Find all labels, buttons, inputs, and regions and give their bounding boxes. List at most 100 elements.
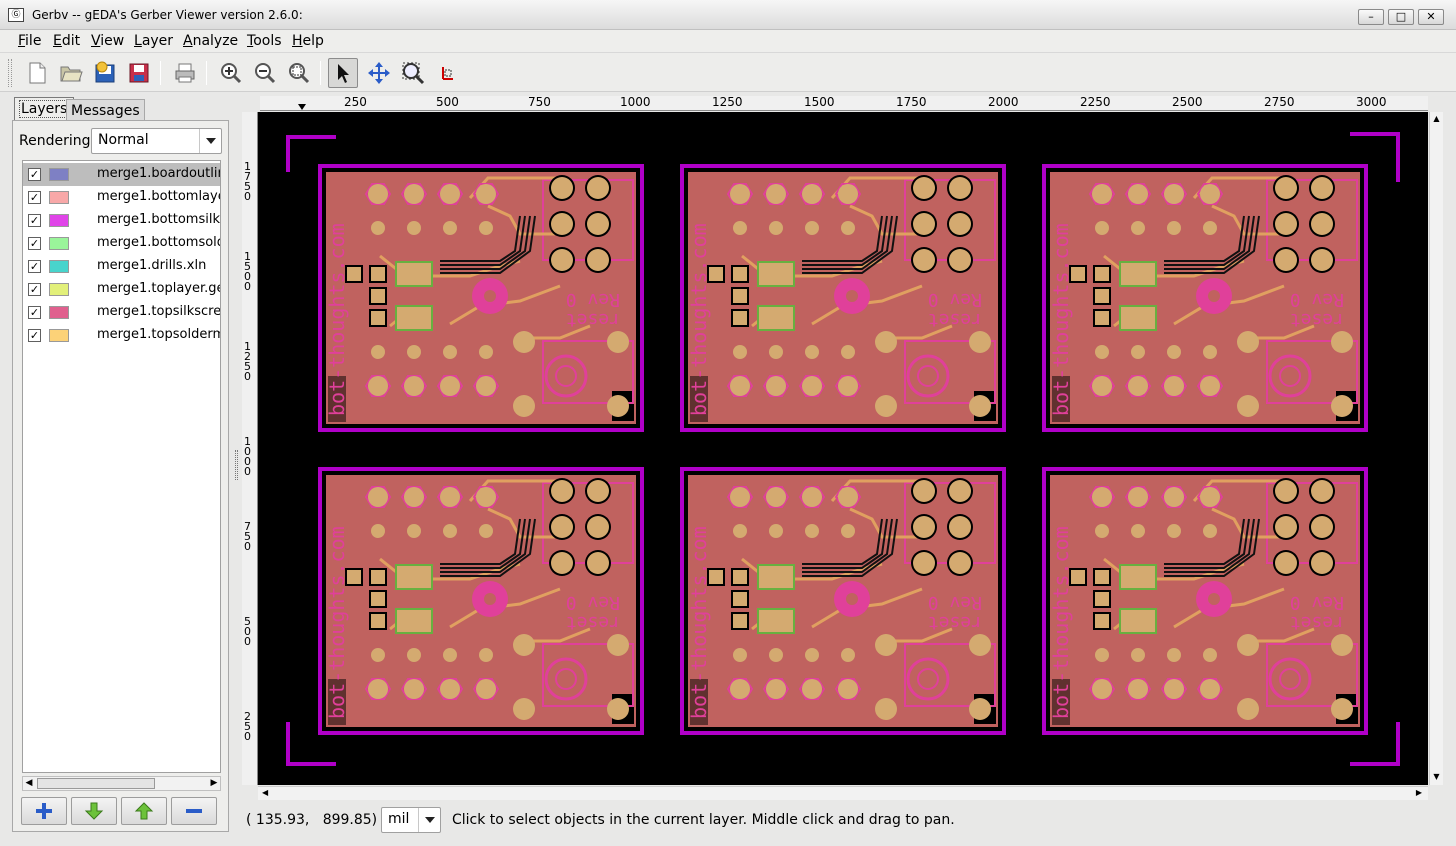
layer-visible-checkbox[interactable]: ✓ <box>28 168 41 181</box>
open-project-icon[interactable] <box>56 58 86 88</box>
layer-visible-checkbox[interactable]: ✓ <box>28 283 41 296</box>
pad <box>371 648 385 662</box>
canvas-horizontal-scrollbar[interactable]: ◀ ▶ <box>258 786 1428 800</box>
zoom-in-icon[interactable] <box>216 58 246 88</box>
scroll-left-icon[interactable]: ◀ <box>262 788 268 797</box>
ruler-label: 2750 <box>1264 95 1295 109</box>
pan-tool-icon[interactable] <box>364 58 394 88</box>
pad <box>513 395 535 417</box>
layer-color-swatch[interactable] <box>49 260 69 273</box>
measure-tool-icon[interactable] <box>432 58 462 88</box>
layer-visible-checkbox[interactable]: ✓ <box>28 329 41 342</box>
layer-visible-checkbox[interactable]: ✓ <box>28 214 41 227</box>
smd-pad <box>371 570 385 584</box>
rendering-select[interactable]: Normal <box>91 128 222 154</box>
minimize-button[interactable]: – <box>1358 9 1384 25</box>
smd-pad <box>1095 267 1109 281</box>
pad <box>805 221 819 235</box>
ruler-label: 2250 <box>1080 95 1111 109</box>
zoom-out-icon[interactable] <box>250 58 280 88</box>
print-icon[interactable] <box>170 58 200 88</box>
pad <box>730 679 750 699</box>
smd-pad <box>1095 592 1109 606</box>
tab-messages[interactable]: Messages <box>66 99 145 121</box>
ruler-label: 750 <box>528 95 551 109</box>
layer-color-swatch[interactable] <box>49 306 69 319</box>
layer-row[interactable]: ✓ merge1.bottomsilk <box>23 209 220 232</box>
menu-edit[interactable]: Edit <box>53 33 80 49</box>
layer-color-swatch[interactable] <box>49 191 69 204</box>
pad <box>404 679 424 699</box>
layer-row[interactable]: ✓ merge1.topsoldermask <box>23 324 220 347</box>
new-project-icon[interactable] <box>22 58 52 88</box>
ruler-label: 1500 <box>804 95 835 109</box>
pad <box>476 184 496 204</box>
scroll-right-icon[interactable]: ▶ <box>208 777 220 790</box>
zoom-fit-icon[interactable] <box>284 58 314 88</box>
rendering-value: Normal <box>98 132 149 148</box>
menu-view[interactable]: View <box>91 33 124 49</box>
save-icon[interactable] <box>124 58 154 88</box>
layer-row[interactable]: ✓ merge1.boardoutline <box>23 163 220 186</box>
toolbar-grip[interactable] <box>8 59 12 87</box>
unit-select[interactable]: mil <box>381 807 441 833</box>
layer-row[interactable]: ✓ merge1.bottomsoldermask <box>23 232 220 255</box>
layer-visible-checkbox[interactable]: ✓ <box>28 191 41 204</box>
pad <box>1203 221 1217 235</box>
layer-color-swatch[interactable] <box>49 329 69 342</box>
menu-tools[interactable]: Tools <box>247 33 282 49</box>
layer-color-swatch[interactable] <box>49 168 69 181</box>
pad <box>1275 249 1297 271</box>
pad <box>949 552 971 574</box>
layer-row[interactable]: ✓ merge1.bottomlayer <box>23 186 220 209</box>
menu-file[interactable]: File <box>18 33 41 49</box>
layer-color-swatch[interactable] <box>49 283 69 296</box>
pad <box>802 184 822 204</box>
ruler-label: 500 <box>436 95 459 109</box>
silk-logo <box>846 593 858 605</box>
pad <box>913 552 935 574</box>
pointer-tool-icon[interactable] <box>328 58 358 88</box>
scroll-right-icon[interactable]: ▶ <box>1416 788 1422 797</box>
layer-row[interactable]: ✓ merge1.toplayer.ger <box>23 278 220 301</box>
layer-color-swatch[interactable] <box>49 237 69 250</box>
scroll-left-icon[interactable]: ◀ <box>23 777 35 790</box>
layer-list-scrollbar[interactable]: ◀ ▶ <box>22 776 221 791</box>
layer-visible-checkbox[interactable]: ✓ <box>28 260 41 273</box>
panel-splitter[interactable] <box>235 450 238 480</box>
zoom-tool-icon[interactable] <box>398 58 428 88</box>
pad <box>407 345 421 359</box>
close-button[interactable]: ✕ <box>1418 9 1444 25</box>
pad <box>949 516 971 538</box>
smd-pad <box>1071 570 1085 584</box>
pad <box>368 376 388 396</box>
menu-help[interactable]: Help <box>292 33 324 49</box>
pad <box>551 480 573 502</box>
pad <box>838 487 858 507</box>
scrollbar-thumb[interactable] <box>37 778 155 789</box>
layer-visible-checkbox[interactable]: ✓ <box>28 237 41 250</box>
gerber-canvas[interactable]: bot-thoughts.com Rev 0 reset bot-thoughts.c… <box>258 112 1428 785</box>
menu-layer[interactable]: Layer <box>134 33 173 49</box>
scroll-up-icon[interactable]: ▲ <box>1430 114 1443 123</box>
menu-analyze[interactable]: Analyze <box>183 33 238 49</box>
layer-row[interactable]: ✓ merge1.drills.xln <box>23 255 220 278</box>
pad <box>802 376 822 396</box>
pad <box>1331 634 1353 656</box>
window-title: Gerbv -- gEDA's Gerber Viewer version 2.… <box>32 8 303 22</box>
scroll-down-icon[interactable]: ▼ <box>1430 772 1443 781</box>
layer-row[interactable]: ✓ merge1.topsilkscreen <box>23 301 220 324</box>
pad <box>1275 177 1297 199</box>
revert-icon[interactable] <box>90 58 120 88</box>
silk-url-text: bot-thoughts.com <box>325 223 349 416</box>
pcb-drawing[interactable]: bot-thoughts.com Rev 0reset bot-thoughts.c… <box>258 112 1428 785</box>
maximize-button[interactable]: □ <box>1388 9 1414 25</box>
layer-color-swatch[interactable] <box>49 214 69 227</box>
smd-pad <box>371 614 385 628</box>
chevron-down-icon <box>418 808 440 832</box>
pad <box>1095 221 1109 235</box>
pad <box>1311 213 1333 235</box>
canvas-vertical-scrollbar[interactable]: ▲ ▼ <box>1429 112 1443 785</box>
component-pad <box>395 261 433 287</box>
layer-visible-checkbox[interactable]: ✓ <box>28 306 41 319</box>
